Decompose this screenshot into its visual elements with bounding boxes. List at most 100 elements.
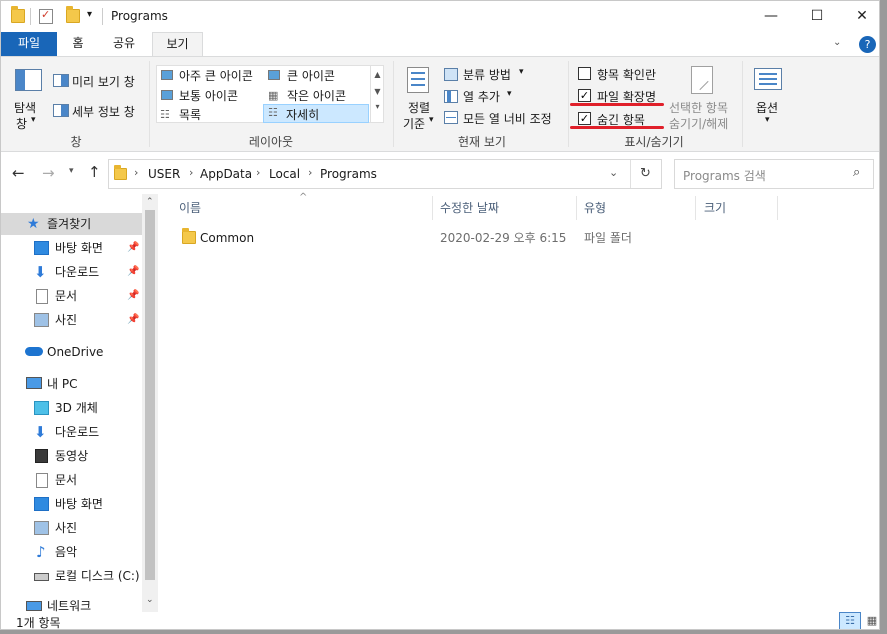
breadcrumb-separator-icon[interactable]: ›: [189, 166, 193, 179]
chevron-down-icon[interactable]: ▾: [31, 115, 36, 125]
size-all-columns-button[interactable]: 모든 열 너비 조정: [463, 110, 552, 127]
chevron-down-icon[interactable]: ▾: [429, 115, 434, 125]
minimize-button[interactable]: —: [748, 1, 794, 32]
layout-details-selected[interactable]: ☷ 자세히: [263, 104, 369, 123]
chevron-down-icon[interactable]: ▾: [519, 67, 524, 77]
tab-share[interactable]: 공유: [104, 32, 144, 56]
layout-large-icons[interactable]: 큰 아이콘: [287, 67, 335, 84]
column-divider[interactable]: [777, 196, 778, 220]
nav-onedrive[interactable]: OneDrive: [1, 341, 141, 363]
nav-item-label: 동영상: [55, 449, 89, 463]
nav-item-desktop[interactable]: 바탕 화면 📌: [1, 237, 141, 259]
nav-item-documents[interactable]: 문서 📌: [1, 285, 141, 307]
hide-selected-label[interactable]: 선택한 항목: [669, 99, 728, 116]
nav-item-3d-objects[interactable]: 3D 개체: [1, 397, 141, 419]
sort-by-icon[interactable]: [407, 67, 429, 93]
address-dropdown-icon[interactable]: ⌄: [609, 166, 618, 179]
tab-view[interactable]: 보기: [152, 32, 203, 56]
nav-item-pc-pictures[interactable]: 사진: [1, 517, 141, 539]
item-checkboxes-label[interactable]: 항목 확인란: [597, 66, 656, 83]
column-divider[interactable]: [695, 196, 696, 220]
document-icon: [36, 289, 48, 304]
recent-locations-icon[interactable]: ▾: [69, 166, 74, 176]
scroll-down-icon[interactable]: ⌄: [146, 595, 154, 605]
column-divider[interactable]: [576, 196, 577, 220]
nav-item-videos[interactable]: 동영상: [1, 445, 141, 467]
table-row[interactable]: Common 2020-02-29 오후 6:15 파일 폴더: [158, 228, 778, 248]
pin-icon[interactable]: 📌: [127, 237, 139, 259]
group-by-button[interactable]: 분류 방법: [463, 66, 511, 83]
layout-small-icons[interactable]: 작은 아이콘: [287, 87, 346, 104]
details-pane-button[interactable]: 세부 정보 창: [72, 103, 135, 120]
options-button[interactable]: 옵션: [756, 99, 778, 116]
new-folder-icon[interactable]: [66, 6, 80, 23]
navigation-pane-icon[interactable]: [15, 69, 42, 91]
large-icons-view-icon[interactable]: ▦: [863, 612, 879, 629]
breadcrumb-appdata[interactable]: AppData: [200, 167, 252, 181]
back-arrow-icon[interactable]: ←: [12, 164, 25, 182]
breadcrumb-separator-icon[interactable]: ›: [134, 166, 138, 179]
search-box[interactable]: Programs 검색 ⌕: [674, 159, 874, 189]
nav-scrollbar[interactable]: ⌃ ⌄: [142, 194, 158, 612]
nav-item-pc-downloads[interactable]: ⬇ 다운로드: [1, 421, 141, 443]
nav-item-pc-documents[interactable]: 문서: [1, 469, 141, 491]
nav-item-pc-desktop[interactable]: 바탕 화면: [1, 493, 141, 515]
breadcrumb-user[interactable]: USER: [148, 167, 180, 181]
properties-icon[interactable]: ✓: [39, 8, 53, 24]
size-columns-icon: [444, 111, 458, 124]
nav-item-label: 다운로드: [55, 425, 100, 439]
column-header-size[interactable]: 크기: [704, 194, 726, 222]
tab-file[interactable]: 파일: [1, 32, 57, 56]
nav-this-pc[interactable]: 내 PC: [1, 373, 141, 395]
collapse-ribbon-icon[interactable]: ⌄: [833, 37, 841, 48]
pin-icon[interactable]: 📌: [127, 261, 139, 283]
nav-item-music[interactable]: ♪ 음악: [1, 541, 141, 563]
item-checkboxes-checkbox[interactable]: [578, 67, 591, 80]
hide-selected-label-2[interactable]: 숨기기/해제: [669, 115, 728, 132]
layout-gallery-scroll[interactable]: ▲ ▼ ▾: [370, 66, 384, 122]
column-header-modified[interactable]: 수정한 날짜: [440, 194, 499, 222]
refresh-icon[interactable]: ↻: [640, 166, 651, 181]
layout-list[interactable]: 목록: [179, 106, 201, 123]
nav-item-label: 로컬 디스크 (C:): [55, 569, 140, 583]
sort-by-label-2[interactable]: 기준: [403, 115, 425, 132]
forward-arrow-icon[interactable]: →: [42, 164, 55, 182]
tab-home[interactable]: 홈: [61, 32, 95, 56]
file-extensions-checkbox[interactable]: ✓: [578, 89, 591, 102]
search-input[interactable]: Programs 검색: [683, 167, 766, 184]
options-icon[interactable]: [754, 68, 782, 90]
nav-item-downloads[interactable]: ⬇ 다운로드 📌: [1, 261, 141, 283]
pin-icon[interactable]: 📌: [127, 309, 139, 331]
hidden-items-checkbox[interactable]: ✓: [578, 112, 591, 125]
details-view-icon[interactable]: ☷: [839, 612, 861, 629]
sort-by-label[interactable]: 정렬: [408, 99, 430, 116]
breadcrumb-programs[interactable]: Programs: [320, 167, 377, 181]
layout-medium-icons[interactable]: 보통 아이콘: [179, 87, 238, 104]
breadcrumb-separator-icon[interactable]: ›: [256, 166, 260, 179]
column-header-name[interactable]: 이름: [179, 194, 201, 222]
scroll-thumb[interactable]: [145, 210, 155, 580]
breadcrumb-local[interactable]: Local: [269, 167, 300, 181]
close-button[interactable]: ✕: [839, 1, 879, 32]
navigation-pane-label[interactable]: 탐색: [14, 99, 36, 116]
up-arrow-icon[interactable]: ↑: [88, 163, 101, 181]
add-columns-button[interactable]: 열 추가: [463, 88, 500, 105]
address-bar[interactable]: › USER › AppData › Local › Programs ⌄ ↻: [108, 159, 662, 189]
chevron-down-icon[interactable]: ▾: [765, 115, 770, 125]
maximize-button[interactable]: ☐: [794, 1, 840, 32]
customize-quick-access-icon[interactable]: ▾: [87, 9, 92, 20]
navigation-pane-label-2[interactable]: 창: [16, 115, 27, 132]
column-divider[interactable]: [432, 196, 433, 220]
help-icon[interactable]: ?: [859, 36, 876, 53]
search-icon[interactable]: ⌕: [853, 165, 860, 180]
layout-extra-large-icons[interactable]: 아주 큰 아이콘: [179, 67, 253, 84]
nav-quick-access[interactable]: ★ 즐겨찾기: [1, 213, 142, 235]
preview-pane-button[interactable]: 미리 보기 창: [72, 73, 135, 90]
scroll-up-icon[interactable]: ⌃: [146, 197, 154, 207]
nav-item-pictures[interactable]: 사진 📌: [1, 309, 141, 331]
pin-icon[interactable]: 📌: [127, 285, 139, 307]
breadcrumb-separator-icon[interactable]: ›: [308, 166, 312, 179]
nav-item-local-disk[interactable]: 로컬 디스크 (C:): [1, 565, 141, 587]
chevron-down-icon[interactable]: ▾: [507, 89, 512, 99]
column-header-type[interactable]: 유형: [584, 194, 606, 222]
